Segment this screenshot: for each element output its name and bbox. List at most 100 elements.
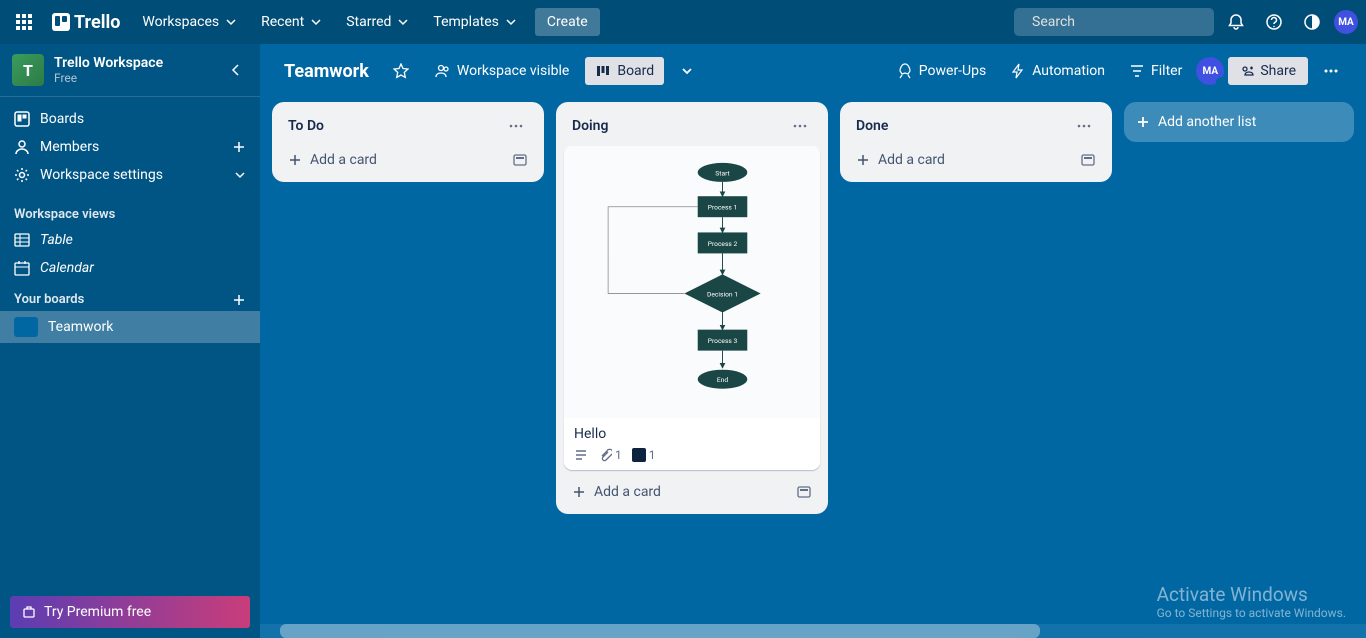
list-title[interactable]: Done: [856, 118, 1072, 134]
sidebar-item-members[interactable]: Members: [0, 133, 260, 161]
people-icon: [435, 63, 451, 79]
add-member-button[interactable]: [232, 140, 246, 154]
bolt-icon: [1010, 63, 1026, 79]
workspace-plan: Free: [54, 71, 214, 85]
nav-recent[interactable]: Recent: [251, 8, 332, 36]
add-card-button[interactable]: Add a card: [564, 478, 820, 506]
svg-text:Process 1: Process 1: [708, 204, 737, 212]
board-title[interactable]: Teamwork: [276, 61, 377, 82]
board-view-button[interactable]: Board: [585, 57, 664, 85]
members-icon: [14, 139, 30, 155]
plus-icon: [856, 153, 870, 167]
template-icon: [1080, 152, 1096, 168]
table-icon: [14, 232, 30, 248]
add-card-button[interactable]: Add a card: [280, 146, 536, 174]
notifications-button[interactable]: [1220, 6, 1252, 38]
nav-recent-label: Recent: [261, 14, 304, 30]
nav-starred[interactable]: Starred: [336, 8, 419, 36]
list-menu-button[interactable]: [504, 114, 528, 138]
svg-text:End: End: [717, 376, 728, 384]
theme-icon: [1303, 13, 1321, 31]
try-premium-button[interactable]: Try Premium free: [10, 596, 250, 628]
search-box[interactable]: [1014, 8, 1214, 36]
premium-icon: [22, 605, 36, 619]
help-button[interactable]: [1258, 6, 1290, 38]
attachment-badge: 1: [598, 448, 622, 462]
board-teamwork-label: Teamwork: [48, 319, 113, 335]
workspace-icon: T: [12, 54, 44, 86]
list-done: Done Add a card: [840, 102, 1112, 182]
chevron-left-icon: [228, 62, 244, 78]
filter-icon: [1129, 63, 1145, 79]
add-list-label: Add another list: [1158, 114, 1256, 130]
workspace-header: T Trello Workspace Free: [0, 44, 260, 97]
theme-button[interactable]: [1296, 6, 1328, 38]
apps-grid-icon: [16, 14, 32, 30]
filter-button[interactable]: Filter: [1119, 57, 1192, 85]
chevron-down-icon: [225, 16, 237, 28]
cover-badge: 1: [632, 448, 656, 462]
view-calendar-label: Calendar: [40, 260, 94, 276]
gear-icon: [14, 167, 30, 183]
card-cover: Start Process 1 Process 2: [564, 146, 820, 418]
list-menu-button[interactable]: [1072, 114, 1096, 138]
more-icon: [508, 118, 524, 134]
settings-expand[interactable]: [234, 169, 246, 181]
template-button[interactable]: [1080, 152, 1096, 168]
calendar-icon: [14, 260, 30, 276]
help-icon: [1265, 13, 1283, 31]
add-list-button[interactable]: Add another list: [1124, 102, 1354, 142]
add-card-label: Add a card: [878, 152, 945, 168]
more-icon: [792, 118, 808, 134]
template-button[interactable]: [796, 484, 812, 500]
apps-menu-button[interactable]: [8, 6, 40, 38]
share-button[interactable]: Share: [1228, 57, 1308, 85]
description-badge: [574, 448, 588, 462]
sidebar-view-table[interactable]: Table: [0, 226, 260, 254]
add-board-button[interactable]: [232, 293, 246, 307]
sidebar-settings-label: Workspace settings: [40, 167, 163, 183]
horizontal-scrollbar[interactable]: [260, 624, 1366, 638]
sidebar-board-teamwork[interactable]: Teamwork: [0, 311, 260, 343]
board-member-avatar[interactable]: MA: [1196, 57, 1224, 85]
sidebar-collapse-button[interactable]: [224, 58, 248, 82]
create-button[interactable]: Create: [535, 8, 600, 36]
automation-label: Automation: [1032, 63, 1105, 79]
chevron-down-icon: [397, 16, 409, 28]
visibility-button[interactable]: Workspace visible: [425, 57, 579, 85]
card-badges: 1 1: [574, 448, 810, 462]
view-switcher-button[interactable]: [670, 58, 704, 84]
sidebar-item-settings[interactable]: Workspace settings: [0, 161, 260, 189]
user-avatar[interactable]: MA: [1334, 10, 1358, 34]
sidebar-view-calendar[interactable]: Calendar: [0, 254, 260, 282]
list-menu-button[interactable]: [788, 114, 812, 138]
add-card-label: Add a card: [310, 152, 377, 168]
trello-logo-icon: [52, 13, 70, 31]
plus-icon: [232, 140, 246, 154]
nav-workspaces[interactable]: Workspaces: [132, 8, 247, 36]
powerups-button[interactable]: Power-Ups: [887, 57, 996, 85]
chevron-down-icon: [505, 16, 517, 28]
svg-text:Process 2: Process 2: [708, 240, 738, 248]
list-title[interactable]: To Do: [288, 118, 504, 134]
list-title[interactable]: Doing: [572, 118, 788, 134]
visibility-label: Workspace visible: [457, 63, 569, 79]
sidebar-item-boards[interactable]: Boards: [0, 105, 260, 133]
card-hello[interactable]: Start Process 1 Process 2: [564, 146, 820, 470]
chevron-down-icon: [310, 16, 322, 28]
flowchart-image: Start Process 1 Process 2: [570, 152, 814, 412]
trello-logo[interactable]: Trello: [44, 12, 128, 33]
cover-swatch-icon: [632, 448, 646, 462]
star-icon: [393, 63, 409, 79]
premium-label: Try Premium free: [44, 604, 151, 620]
svg-text:Start: Start: [715, 169, 729, 177]
board-menu-button[interactable]: [1312, 56, 1350, 86]
search-input[interactable]: [1032, 14, 1210, 30]
add-card-button[interactable]: Add a card: [848, 146, 1104, 174]
nav-templates[interactable]: Templates: [423, 8, 527, 36]
template-button[interactable]: [512, 152, 528, 168]
scrollbar-thumb[interactable]: [280, 624, 1040, 638]
star-board-button[interactable]: [383, 57, 419, 85]
automation-button[interactable]: Automation: [1000, 57, 1115, 85]
board-icon: [14, 111, 30, 127]
